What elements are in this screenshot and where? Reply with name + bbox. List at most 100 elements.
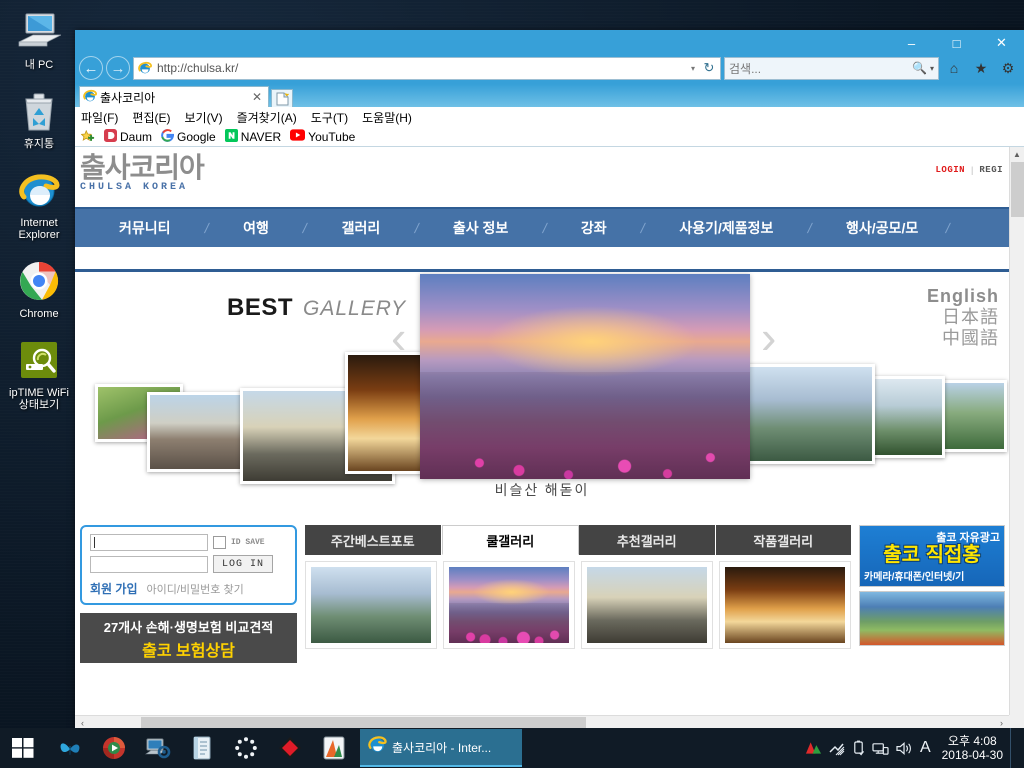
butterfly-app-icon[interactable] (50, 728, 90, 768)
nav-item-travel[interactable]: 여행 (241, 218, 271, 238)
favorite-youtube[interactable]: YouTube (290, 129, 355, 144)
media-player-icon[interactable] (94, 728, 134, 768)
nav-item-chulsa-info[interactable]: 출사 정보 (451, 218, 510, 238)
login-button[interactable]: LOG IN (213, 555, 273, 573)
language-english[interactable]: English (927, 286, 999, 307)
favorite-google[interactable]: Google (161, 128, 216, 145)
tab-cool-gallery[interactable]: 쿨갤러리 (441, 525, 579, 555)
menu-edit[interactable]: 편집(E) (132, 109, 170, 126)
tab-recommended-gallery[interactable]: 추천갤러리 (579, 525, 716, 555)
refresh-icon[interactable]: ↻ (700, 60, 718, 76)
join-membership-link[interactable]: 회원 가입 (90, 580, 138, 597)
vertical-scrollbar-thumb[interactable] (1011, 162, 1024, 217)
scroll-up-button[interactable]: ▲ (1010, 147, 1024, 162)
carousel-thumb-5[interactable] (747, 364, 875, 464)
top-links-separator: | (971, 165, 974, 175)
nav-item-events[interactable]: 행사/공모/모 (844, 218, 920, 238)
language-links: English 日本語 中國語 (927, 286, 999, 349)
show-desktop-button[interactable] (1010, 728, 1016, 768)
login-links-row: 회원 가입 아이디/비밀번호 찾기 (90, 580, 287, 597)
back-button[interactable]: ← (79, 56, 103, 80)
close-button[interactable]: ✕ (979, 30, 1024, 56)
nav-item-gallery[interactable]: 갤러리 (340, 218, 383, 238)
language-chinese[interactable]: 中國語 (927, 328, 999, 349)
window-titlebar[interactable]: – □ ✕ (75, 30, 1024, 56)
nav-item-lecture[interactable]: 강좌 (579, 218, 609, 238)
volume-icon[interactable] (896, 741, 913, 756)
tab-weekly-best-photo[interactable]: 주간베스트포토 (305, 525, 442, 555)
menu-view[interactable]: 보기(V) (184, 109, 222, 126)
nav-separator: / (639, 220, 647, 236)
orange-app-icon[interactable] (314, 728, 354, 768)
system-tray: A 오후 4:08 2018-04-30 (805, 728, 1024, 768)
site-logo[interactable]: 출사코리아 CHULSA KOREA (80, 154, 205, 194)
nav-separator: / (944, 220, 952, 236)
vertical-scrollbar[interactable]: ▲ (1009, 147, 1024, 715)
login-link[interactable]: LOGIN (936, 165, 966, 175)
ime-indicator[interactable]: A (920, 739, 931, 757)
menu-help[interactable]: 도움말(H) (362, 109, 412, 126)
search-input[interactable]: 검색... 🔍 ▾ (724, 56, 939, 80)
login-password-input[interactable] (90, 555, 208, 573)
carousel-prev-arrow[interactable]: ‹ (391, 310, 406, 364)
loading-circle-icon[interactable] (226, 728, 266, 768)
carousel-main-image[interactable] (420, 274, 750, 479)
search-icon[interactable]: 🔍 (912, 61, 927, 75)
maximize-button[interactable]: □ (934, 30, 979, 56)
search-dropdown-icon[interactable]: ▾ (930, 64, 934, 73)
red-diamond-app-icon[interactable] (270, 728, 310, 768)
ahnlab-icon[interactable] (805, 741, 822, 755)
minimize-button[interactable]: – (889, 30, 934, 56)
ad-banner-chulco[interactable]: 출코 자유광고 출코 직접홍 카메라/휴대폰/인터넷/기 (859, 525, 1005, 587)
desktop-background[interactable]: 내 PC 휴지통 Internet Explorer Chrome ipTIME… (0, 0, 1024, 768)
id-save-checkbox[interactable] (213, 536, 226, 549)
menu-file[interactable]: 파일(F) (81, 109, 118, 126)
favorite-daum[interactable]: Daum (104, 128, 152, 145)
usb-eject-icon[interactable] (852, 740, 865, 756)
menu-tools[interactable]: 도구(T) (311, 109, 348, 126)
new-tab-button[interactable] (271, 89, 293, 107)
desktop-icon-recycle-bin[interactable]: 휴지통 (1, 87, 77, 150)
address-bar[interactable]: http://chulsa.kr/ ▾ ↻ (133, 56, 721, 80)
tab-close-icon[interactable]: ✕ (249, 90, 265, 104)
favorites-icon[interactable]: ★ (969, 56, 993, 80)
taskbar-pinned-icons (46, 728, 354, 768)
desktop-icon-iptime-wifi[interactable]: ipTIME WiFi 상태보기 (1, 336, 77, 411)
desktop-icon-my-pc[interactable]: 내 PC (1, 8, 77, 71)
forward-button[interactable]: → (106, 56, 130, 80)
address-dropdown-icon[interactable]: ▾ (686, 64, 700, 73)
gallery-thumbnail[interactable] (443, 561, 575, 649)
desktop-icon-internet-explorer[interactable]: Internet Explorer (1, 166, 77, 241)
taskbar-clock[interactable]: 오후 4:08 2018-04-30 (938, 734, 1003, 762)
browser-tab[interactable]: 출사코리아 ✕ (79, 86, 269, 107)
network-icon[interactable] (872, 741, 889, 756)
nav-item-reviews[interactable]: 사용기/제품정보 (677, 218, 775, 238)
hidden-icons-icon[interactable] (829, 741, 845, 756)
nav-item-community[interactable]: 커뮤니티 (117, 218, 173, 238)
desktop-icon-chrome[interactable]: Chrome (1, 257, 77, 320)
gallery-thumbnail[interactable] (305, 561, 437, 649)
desktop-icon-list: 내 PC 휴지통 Internet Explorer Chrome ipTIME… (0, 0, 78, 411)
gallery-thumbnail[interactable] (719, 561, 851, 649)
ad-banner-landscape[interactable] (859, 591, 1005, 646)
menu-favorites[interactable]: 즐겨찾기(A) (237, 109, 297, 126)
tab-artwork-gallery[interactable]: 작품갤러리 (715, 525, 851, 555)
carousel-next-arrow[interactable]: › (761, 310, 776, 364)
register-link[interactable]: REGI (979, 165, 1003, 175)
favorites-add-button[interactable] (81, 129, 95, 144)
gallery-thumbnail[interactable] (581, 561, 713, 649)
taskbar-active-window-ie[interactable]: 출사코리아 - Inter... (360, 729, 522, 767)
notepad-app-icon[interactable] (182, 728, 222, 768)
home-icon[interactable]: ⌂ (942, 56, 966, 80)
ad-banner-line1: 출코 자유광고 (936, 532, 1000, 544)
browser-tab-strip: 출사코리아 ✕ (75, 84, 1024, 107)
find-id-password-link[interactable]: 아이디/비밀번호 찾기 (147, 581, 244, 597)
gear-icon[interactable]: ⚙ (996, 56, 1020, 80)
favorite-naver[interactable]: NAVER (224, 128, 281, 145)
network-settings-icon[interactable] (138, 728, 178, 768)
insurance-banner[interactable]: 27개사 손해·생명보험 비교견적 출코 보험상담 (80, 613, 297, 663)
language-japanese[interactable]: 日本語 (927, 307, 999, 328)
login-id-input[interactable] (90, 534, 208, 551)
internet-explorer-icon (1, 166, 77, 214)
start-button[interactable] (0, 728, 46, 768)
